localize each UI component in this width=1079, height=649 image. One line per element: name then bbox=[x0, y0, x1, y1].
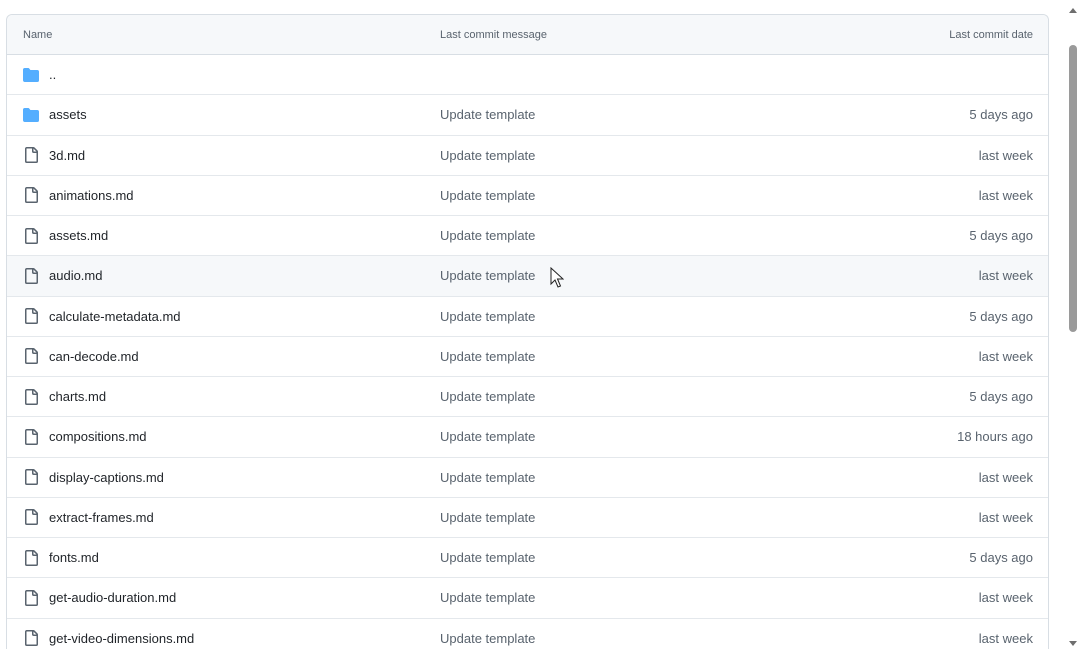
file-icon bbox=[23, 348, 39, 365]
commit-date: last week bbox=[978, 147, 1033, 163]
file-rows: .. assets Update template 5 days ago 3d.md Up… bbox=[7, 55, 1048, 649]
commit-date: 18 hours ago bbox=[957, 429, 1033, 445]
commit-date: 5 days ago bbox=[969, 228, 1033, 244]
file-icon bbox=[23, 549, 39, 566]
commit-message-link[interactable]: Update template bbox=[440, 389, 840, 404]
vertical-scrollbar[interactable] bbox=[1067, 0, 1079, 649]
commit-date: last week bbox=[978, 348, 1033, 364]
table-row[interactable]: compositions.md Update template 18 hours a… bbox=[7, 417, 1048, 458]
file-icon bbox=[23, 187, 39, 204]
file-link[interactable]: animations.md bbox=[49, 188, 134, 203]
file-link[interactable]: get-audio-duration.md bbox=[49, 590, 176, 605]
file-link[interactable]: get-video-dimensions.md bbox=[49, 631, 194, 646]
row-name-cell: assets.md bbox=[7, 227, 440, 244]
table-row[interactable]: .. bbox=[7, 55, 1048, 96]
header-name: Name bbox=[23, 28, 53, 41]
file-icon bbox=[23, 267, 39, 284]
commit-message-link[interactable]: Update template bbox=[440, 590, 840, 605]
table-header: Name Last commit message Last commit dat… bbox=[7, 15, 1048, 55]
table-row[interactable]: charts.md Update template 5 days ago bbox=[7, 377, 1048, 418]
file-link[interactable]: audio.md bbox=[49, 268, 102, 283]
file-table: Name Last commit message Last commit dat… bbox=[6, 14, 1049, 649]
header-last-commit-date: Last commit date bbox=[949, 28, 1033, 41]
scroll-down-arrow-icon[interactable] bbox=[1069, 641, 1077, 646]
file-icon bbox=[23, 428, 39, 445]
commit-date: last week bbox=[978, 469, 1033, 485]
commit-date: last week bbox=[978, 187, 1033, 203]
commit-date: last week bbox=[978, 509, 1033, 525]
commit-message-link[interactable]: Update template bbox=[440, 188, 840, 203]
table-row[interactable]: can-decode.md Update template last week bbox=[7, 337, 1048, 377]
file-link[interactable]: can-decode.md bbox=[49, 349, 139, 364]
table-row[interactable]: calculate-metadata.md Update template 5 da… bbox=[7, 297, 1048, 337]
scroll-thumb[interactable] bbox=[1069, 45, 1077, 332]
file-icon bbox=[23, 469, 39, 486]
file-icon bbox=[23, 589, 39, 606]
scroll-up-arrow-icon[interactable] bbox=[1069, 8, 1077, 13]
table-row[interactable]: 3d.md Update template last week bbox=[7, 136, 1048, 176]
table-row[interactable]: extract-frames.md Update template last wee… bbox=[7, 498, 1048, 538]
row-name-cell: calculate-metadata.md bbox=[7, 308, 440, 325]
folder-icon bbox=[23, 107, 39, 123]
commit-message-link[interactable]: Update template bbox=[440, 631, 840, 646]
file-icon bbox=[23, 147, 39, 164]
row-name-cell: fonts.md bbox=[7, 549, 440, 566]
table-row[interactable]: get-audio-duration.md Update template last… bbox=[7, 578, 1048, 619]
commit-date: 5 days ago bbox=[969, 389, 1033, 405]
table-row[interactable]: audio.md Update template last week bbox=[7, 256, 1048, 297]
file-link[interactable]: compositions.md bbox=[49, 429, 147, 444]
commit-message-link[interactable]: Update template bbox=[440, 429, 840, 444]
viewport: Name Last commit message Last commit dat… bbox=[0, 0, 1079, 649]
file-link[interactable]: fonts.md bbox=[49, 550, 99, 565]
row-name-cell: audio.md bbox=[7, 267, 440, 284]
commit-date: 5 days ago bbox=[969, 308, 1033, 324]
file-icon bbox=[23, 509, 39, 526]
table-row[interactable]: display-captions.md Update template last w… bbox=[7, 458, 1048, 498]
commit-date: last week bbox=[978, 630, 1033, 646]
commit-date: 5 days ago bbox=[969, 107, 1033, 123]
commit-message-link[interactable]: Update template bbox=[440, 309, 840, 324]
header-last-commit-message: Last commit message bbox=[440, 28, 547, 41]
commit-date: last week bbox=[978, 268, 1033, 284]
folder-icon bbox=[23, 67, 39, 83]
row-name-cell: 3d.md bbox=[7, 147, 440, 164]
commit-message-link[interactable]: Update template bbox=[440, 349, 840, 364]
file-link[interactable]: display-captions.md bbox=[49, 470, 164, 485]
row-name-cell: animations.md bbox=[7, 187, 440, 204]
file-icon bbox=[23, 630, 39, 647]
commit-message-link[interactable]: Update template bbox=[440, 148, 840, 163]
file-link[interactable]: assets.md bbox=[49, 228, 108, 243]
row-name-cell: compositions.md bbox=[7, 428, 440, 445]
file-link[interactable]: calculate-metadata.md bbox=[49, 309, 181, 324]
commit-date: 5 days ago bbox=[969, 550, 1033, 566]
commit-message-link[interactable]: Update template bbox=[440, 510, 840, 525]
table-row[interactable]: assets.md Update template 5 days ago bbox=[7, 216, 1048, 257]
row-name-cell: .. bbox=[7, 67, 440, 83]
file-link[interactable]: charts.md bbox=[49, 389, 106, 404]
row-name-cell: assets bbox=[7, 107, 440, 123]
commit-date: last week bbox=[978, 590, 1033, 606]
row-name-cell: charts.md bbox=[7, 388, 440, 405]
table-row[interactable]: fonts.md Update template 5 days ago bbox=[7, 538, 1048, 579]
folder-link[interactable]: assets bbox=[49, 107, 87, 122]
file-icon bbox=[23, 388, 39, 405]
row-name-cell: get-audio-duration.md bbox=[7, 589, 440, 606]
table-row[interactable]: get-video-dimensions.md Update template la… bbox=[7, 619, 1048, 649]
file-icon bbox=[23, 308, 39, 325]
commit-message-link[interactable]: Update template bbox=[440, 228, 840, 243]
row-name-cell: can-decode.md bbox=[7, 348, 440, 365]
file-icon bbox=[23, 227, 39, 244]
file-link[interactable]: 3d.md bbox=[49, 148, 85, 163]
commit-message-link[interactable]: Update template bbox=[440, 268, 840, 283]
row-name-cell: get-video-dimensions.md bbox=[7, 630, 440, 647]
folder-link[interactable]: .. bbox=[49, 67, 56, 82]
commit-message-link[interactable]: Update template bbox=[440, 470, 840, 485]
table-row[interactable]: assets Update template 5 days ago bbox=[7, 95, 1048, 136]
table-row[interactable]: animations.md Update template last week bbox=[7, 176, 1048, 216]
commit-message-link[interactable]: Update template bbox=[440, 107, 840, 122]
row-name-cell: extract-frames.md bbox=[7, 509, 440, 526]
row-name-cell: display-captions.md bbox=[7, 469, 440, 486]
file-link[interactable]: extract-frames.md bbox=[49, 510, 154, 525]
commit-message-link[interactable]: Update template bbox=[440, 550, 840, 565]
